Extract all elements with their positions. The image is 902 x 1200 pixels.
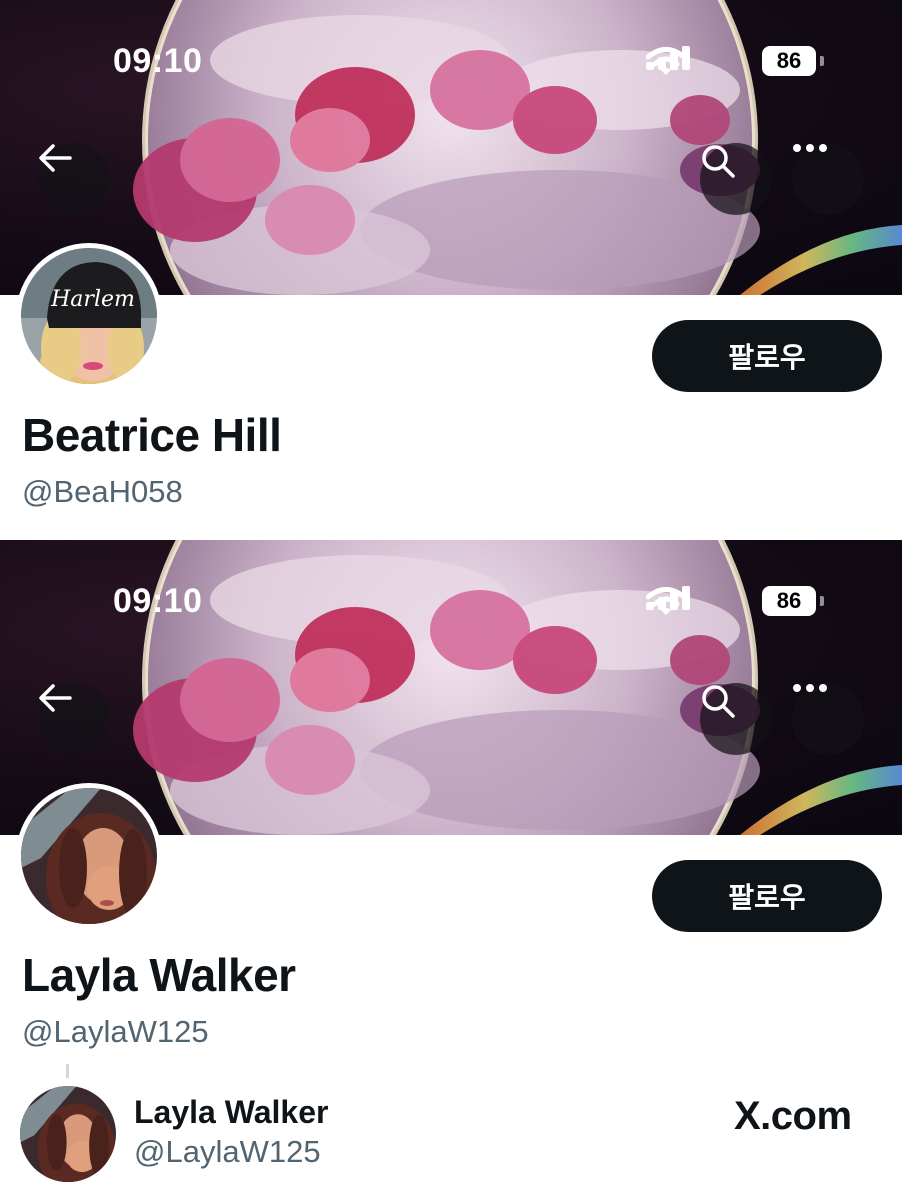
profile-display-name: Layla Walker	[22, 949, 296, 1001]
more-icon	[793, 684, 827, 692]
status-time: 09:10	[113, 582, 203, 620]
more-icon	[793, 144, 827, 152]
avatar-frame: Harlem	[16, 243, 162, 389]
wifi-icon	[646, 47, 686, 75]
back-button[interactable]	[38, 683, 110, 755]
site-attribution: X.com	[734, 1094, 852, 1138]
avatar-frame	[16, 783, 162, 929]
wifi-icon	[646, 587, 686, 615]
battery-icon: 86	[762, 586, 816, 616]
profile-panel-1: 09:10 86 Harlem 팔로우 Beatrice Hill @BeaH0…	[0, 0, 902, 540]
battery-tip	[820, 596, 824, 606]
status-indicators: 86	[646, 586, 836, 616]
author-avatar[interactable]	[20, 1086, 116, 1182]
profile-banner: 09:10 86	[0, 540, 902, 835]
follow-button[interactable]: 팔로우	[652, 860, 882, 932]
status-time: 09:10	[113, 42, 203, 80]
avatar[interactable]: Harlem	[21, 248, 157, 384]
follow-button[interactable]: 팔로우	[652, 320, 882, 392]
search-button[interactable]	[700, 143, 772, 215]
back-arrow-icon	[39, 144, 72, 172]
author-avatar-photo	[20, 1086, 116, 1182]
author-handle[interactable]: @LaylaW125	[134, 1134, 321, 1170]
profile-handle: @LaylaW125	[22, 1014, 209, 1049]
author-name[interactable]: Layla Walker	[134, 1094, 328, 1131]
battery-tip	[820, 56, 824, 66]
profile-panel-2: 09:10 86 팔로우 Layla Walker @LaylaW125	[0, 540, 902, 1060]
avatar[interactable]	[21, 788, 157, 924]
battery-icon: 86	[762, 46, 816, 76]
profile-handle: @BeaH058	[22, 474, 183, 509]
more-button[interactable]	[792, 143, 864, 215]
search-icon	[702, 685, 735, 718]
avatar-photo: Harlem	[21, 248, 157, 384]
profile-display-name: Beatrice Hill	[22, 409, 282, 461]
back-button[interactable]	[38, 143, 110, 215]
more-button[interactable]	[792, 683, 864, 755]
status-indicators: 86	[646, 46, 836, 76]
avatar-photo	[21, 788, 157, 924]
search-icon	[702, 145, 735, 178]
thread-connector	[66, 1064, 69, 1078]
back-arrow-icon	[39, 684, 72, 712]
search-button[interactable]	[700, 683, 772, 755]
profile-banner: 09:10 86	[0, 0, 902, 295]
avatar-beanie-text: Harlem	[50, 287, 135, 312]
